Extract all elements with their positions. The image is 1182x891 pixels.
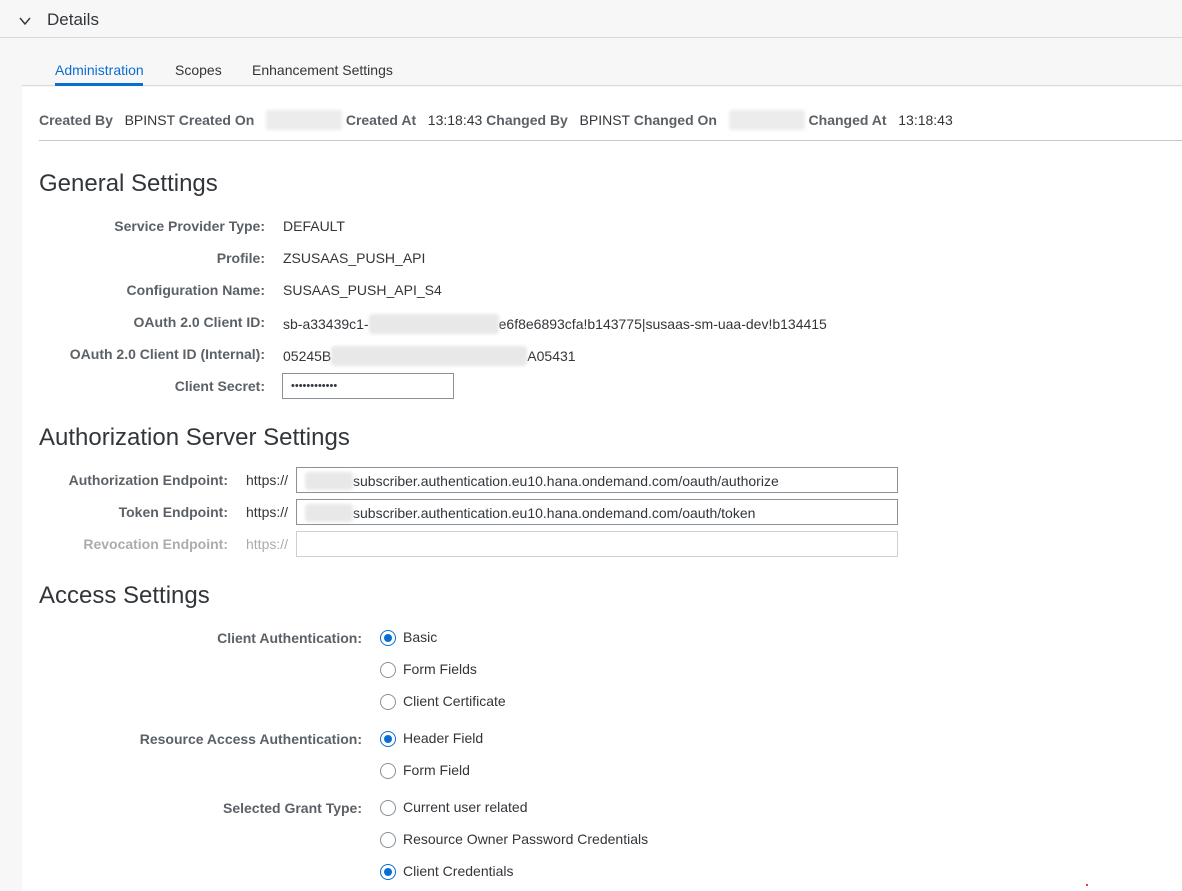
client-id-end: e6f8e6893cfa!b143775|susaas-sm-uaa-dev!b… bbox=[498, 316, 827, 332]
created-at-value: 13:18:43 bbox=[427, 112, 483, 128]
active-tab-indicator bbox=[55, 83, 143, 86]
client-secret-label: Client Secret: bbox=[174, 378, 265, 394]
created-on-label: Created On bbox=[178, 112, 255, 128]
content-area: Created By BPINST Created On Created At … bbox=[22, 87, 1182, 891]
radio-button[interactable] bbox=[380, 864, 396, 880]
created-on-value-redacted bbox=[265, 110, 342, 130]
revocation-endpoint-label: Revocation Endpoint: bbox=[83, 536, 228, 552]
client-id-internal-end: A05431 bbox=[527, 348, 576, 364]
radio-button[interactable] bbox=[380, 731, 396, 747]
radio-label: Header Field bbox=[403, 730, 484, 746]
details-panel-header[interactable]: Details bbox=[0, 0, 1182, 38]
radio-button[interactable] bbox=[380, 763, 396, 779]
configuration-name-label: Configuration Name: bbox=[126, 282, 265, 298]
client-id-value: sb-a33439c1- e6f8e6893cfa!b143775|susaas-… bbox=[283, 314, 827, 334]
radio-label: Client Credentials bbox=[403, 863, 514, 879]
radio-button[interactable] bbox=[380, 832, 396, 848]
tab-enhancement-settings[interactable]: Enhancement Settings bbox=[252, 62, 393, 78]
token-endpoint-input[interactable]: subscriber.authentication.eu10.hana.onde… bbox=[296, 499, 898, 525]
panel-title: Details bbox=[47, 10, 99, 29]
radio-button[interactable] bbox=[380, 694, 396, 710]
revocation-endpoint-input[interactable] bbox=[296, 531, 898, 557]
created-at-label: Created At bbox=[345, 112, 417, 128]
service-provider-type-value: DEFAULT bbox=[283, 218, 345, 234]
changed-by-label: Changed By bbox=[486, 112, 568, 128]
radio-button[interactable] bbox=[380, 630, 396, 646]
radio-button[interactable] bbox=[380, 662, 396, 678]
authorization-endpoint-label: Authorization Endpoint: bbox=[68, 472, 228, 488]
created-by-value: BPINST bbox=[124, 112, 175, 128]
revocation-endpoint-prefix: https:// bbox=[246, 536, 289, 552]
radio-label: Form Fields bbox=[403, 661, 477, 677]
access-settings-title: Access Settings bbox=[39, 582, 210, 609]
profile-label: Profile: bbox=[216, 250, 265, 266]
radio-label: Resource Owner Password Credentials bbox=[403, 831, 649, 847]
token-endpoint-label: Token Endpoint: bbox=[118, 504, 228, 520]
authorization-endpoint-input[interactable]: subscriber.authentication.eu10.hana.onde… bbox=[296, 467, 898, 493]
created-by-label: Created By bbox=[39, 112, 113, 128]
tab-administration[interactable]: Administration bbox=[55, 62, 144, 78]
divider bbox=[39, 140, 1182, 141]
authorization-endpoint-prefix: https:// bbox=[246, 472, 289, 488]
changed-at-label: Changed At bbox=[808, 112, 887, 128]
resource-access-authentication-label: Resource Access Authentication: bbox=[139, 731, 362, 747]
authorization-endpoint-redacted bbox=[305, 472, 353, 490]
client-id-internal-redacted bbox=[331, 346, 528, 366]
chevron-down-icon[interactable] bbox=[18, 14, 32, 28]
admin-info-bar: Created By BPINST Created On Created At … bbox=[39, 110, 953, 130]
selected-grant-type-label: Selected Grant Type: bbox=[222, 800, 362, 816]
client-authentication-label: Client Authentication: bbox=[217, 630, 362, 646]
client-id-redacted bbox=[368, 314, 499, 334]
radio-label: Client Certificate bbox=[403, 693, 506, 709]
client-secret-input[interactable]: •••••••••••• bbox=[282, 373, 454, 399]
authorization-server-settings-title: Authorization Server Settings bbox=[39, 424, 350, 451]
authorization-endpoint-value: subscriber.authentication.eu10.hana.onde… bbox=[353, 473, 779, 489]
client-id-internal-label: OAuth 2.0 Client ID (Internal): bbox=[69, 346, 265, 362]
token-endpoint-redacted bbox=[305, 504, 353, 522]
service-provider-type-label: Service Provider Type: bbox=[114, 218, 265, 234]
client-id-internal-value: 05245B A05431 bbox=[283, 346, 576, 366]
radio-label: Form Field bbox=[403, 762, 470, 778]
artifact-dot bbox=[1086, 884, 1088, 886]
general-settings-title: General Settings bbox=[39, 170, 218, 197]
tab-bar: Administration Scopes Enhancement Settin… bbox=[22, 38, 1182, 86]
radio-label: Current user related bbox=[403, 799, 528, 815]
radio-label: Basic bbox=[403, 629, 438, 645]
changed-on-value-redacted bbox=[728, 110, 805, 130]
client-id-start: sb-a33439c1- bbox=[283, 316, 369, 332]
token-endpoint-prefix: https:// bbox=[246, 504, 289, 520]
configuration-name-value: SUSAAS_PUSH_API_S4 bbox=[283, 282, 442, 298]
token-endpoint-value: subscriber.authentication.eu10.hana.onde… bbox=[353, 505, 756, 521]
client-id-label: OAuth 2.0 Client ID: bbox=[133, 314, 265, 330]
changed-by-value: BPINST bbox=[579, 112, 630, 128]
profile-value: ZSUSAAS_PUSH_API bbox=[283, 250, 426, 266]
radio-button[interactable] bbox=[380, 800, 396, 816]
client-id-internal-start: 05245B bbox=[283, 348, 332, 364]
changed-on-label: Changed On bbox=[633, 112, 717, 128]
changed-at-value: 13:18:43 bbox=[898, 112, 953, 128]
tab-scopes[interactable]: Scopes bbox=[175, 62, 222, 78]
